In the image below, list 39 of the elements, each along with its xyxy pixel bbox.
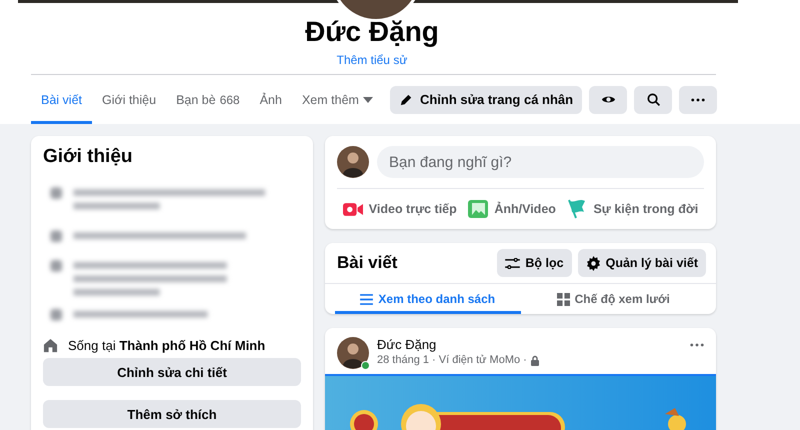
edit-profile-button[interactable]: Chỉnh sửa trang cá nhân (390, 86, 582, 114)
post-meta: 28 tháng 1 · Ví điện tử MoMo · (377, 354, 527, 366)
profile-tab[interactable]: Xem thêm (292, 75, 383, 124)
search-icon (646, 92, 661, 107)
view-as-button[interactable] (589, 86, 628, 114)
profile-tab[interactable]: Ảnh (250, 75, 292, 124)
intro-button[interactable]: Chỉnh sửa chi tiết (43, 358, 301, 386)
photo-icon (468, 199, 488, 219)
manage-posts-button[interactable]: Quản lý bài viết (578, 249, 706, 277)
flag-icon (567, 199, 588, 219)
house-icon (43, 338, 58, 352)
pencil-icon (398, 92, 414, 107)
grid-icon (556, 292, 570, 306)
more-icon[interactable] (690, 343, 704, 347)
section-title: Bài viết (337, 253, 398, 273)
composer-action[interactable]: Video trực tiếp (342, 202, 457, 216)
avatar[interactable] (337, 337, 369, 369)
add-bio-link[interactable]: Thêm tiểu sử (336, 52, 408, 68)
search-button[interactable] (634, 86, 672, 114)
more-icon (691, 98, 706, 102)
avatar[interactable] (337, 146, 369, 178)
profile-tab[interactable]: Bài viết (31, 75, 92, 124)
profile-tab[interactable]: Bạn bè 668 (166, 75, 250, 124)
author-name[interactable]: Đức Đặng (377, 337, 682, 352)
list-icon (360, 294, 374, 304)
profile-tab[interactable]: Giới thiệu (92, 75, 166, 124)
composer-action[interactable]: Ảnh/Video (468, 199, 556, 219)
video-camera-icon (342, 202, 363, 216)
intro-button[interactable]: Thêm sở thích (43, 400, 301, 428)
status-input[interactable]: Bạn đang nghĩ gì? (377, 146, 704, 178)
sliders-icon (505, 258, 520, 268)
profile-name: Đức Đặng (305, 15, 439, 49)
gear-icon (586, 256, 601, 270)
section-title: Giới thiệu (43, 146, 134, 168)
view-tab[interactable]: Chế độ xem lưới (520, 284, 706, 314)
lives-in-text: Sống tại Thành phố Hồ Chí Minh (68, 338, 266, 352)
view-tab[interactable]: Xem theo danh sách (335, 284, 520, 314)
composer-action[interactable]: Sự kiện trong đời (567, 199, 698, 219)
filter-button[interactable]: Bộ lọc (497, 249, 572, 277)
